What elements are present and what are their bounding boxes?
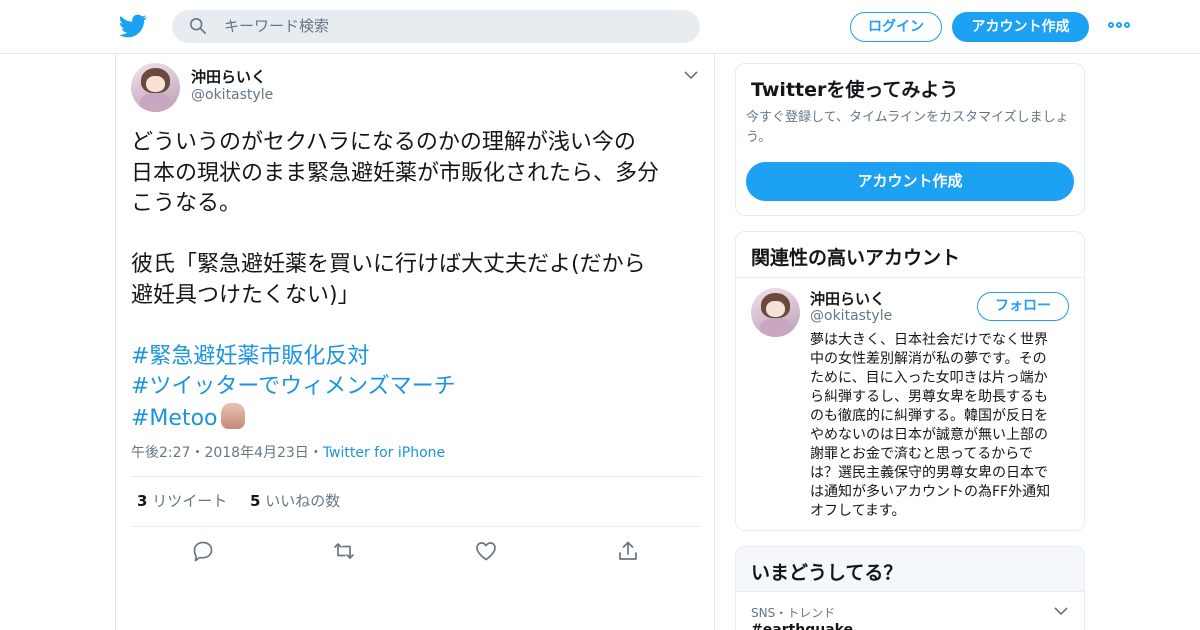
- description-line: 今すぐ登録して、タイムラインをカスタマイズしましょ: [746, 110, 1069, 125]
- twitter-bird-icon[interactable]: [119, 12, 147, 40]
- tweet-text-line: どういうのがセクハラになるのかの理解が浅い今の: [131, 130, 636, 155]
- tweet-text: どういうのがセクハラになるのかの理解が浅い今の 日本の現状のまま緊急避妊薬が市販…: [131, 128, 701, 434]
- trend-name[interactable]: #earthquake: [751, 622, 853, 630]
- chevron-down-icon[interactable]: [684, 70, 698, 80]
- avatar[interactable]: [131, 63, 180, 112]
- tweet-source-link[interactable]: Twitter for iPhone: [323, 445, 445, 461]
- tweet-text-line: 彼氏「緊急避妊薬を買いに行けば大丈夫だよ(だから: [131, 252, 646, 277]
- related-accounts-card: 関連性の高いアカウント 沖田らいく @okitastyle フォロー 夢は大きく…: [735, 231, 1085, 531]
- bio-line: は？選民主義保守的男尊女卑の日本で: [810, 465, 1048, 481]
- more-dots-icon[interactable]: [1108, 22, 1130, 30]
- bio-line: ら糾弾するし、男尊女卑を助長するも: [810, 389, 1048, 405]
- retweet-label[interactable]: リツイート: [152, 492, 227, 510]
- tweet-text-line: 日本の現状のまま緊急避妊薬が市販化されたら、多分: [131, 160, 660, 186]
- login-button[interactable]: ログイン: [850, 12, 942, 42]
- author-handle[interactable]: @okitastyle: [191, 87, 273, 103]
- related-account-name[interactable]: 沖田らいく: [810, 288, 885, 309]
- top-navigation-bar: キーワード検索 ログイン アカウント作成: [0, 0, 1200, 54]
- trends-card: いまどうしてる？ SNS・トレンド #earthquake: [735, 546, 1085, 630]
- tweet-text-line: こうなる。: [131, 191, 242, 216]
- chevron-down-icon[interactable]: [1054, 606, 1068, 616]
- bio-line: オフしてます。: [810, 503, 906, 519]
- bio-line: ために、目に入った女叩きは片っ端か: [810, 370, 1048, 386]
- bio-line: のも徹底的に糾弾する。韓国が反日を: [810, 408, 1048, 424]
- bio-line: 中の女性差別解消が私の夢です。その: [810, 351, 1047, 367]
- trend-item[interactable]: SNS・トレンド #earthquake: [736, 591, 1084, 630]
- bio-line: 夢は大きく、日本社会だけでなく世界: [810, 332, 1048, 348]
- like-count[interactable]: 5: [250, 492, 260, 510]
- trend-meta: SNS・トレンド: [751, 606, 836, 620]
- bio-line: やめないのは日本が誠意が無い上部の: [810, 427, 1048, 443]
- description-line: う。: [746, 130, 772, 145]
- retweet-icon[interactable]: [332, 539, 356, 563]
- search-icon: [189, 17, 207, 35]
- signup-card: Twitterを使ってみよう 今すぐ登録して、タイムラインをカスタマイズしましょ…: [735, 63, 1085, 216]
- tweet-date[interactable]: 2018年4月23日: [204, 445, 308, 461]
- search-input[interactable]: キーワード検索: [224, 10, 329, 43]
- tweet-time[interactable]: 午後2:27: [131, 445, 190, 461]
- hashtag-link[interactable]: #Metoo: [131, 406, 218, 431]
- bio-line: 謝罪とお金で済むと思ってるからで: [810, 446, 1033, 462]
- like-label[interactable]: いいねの数: [265, 492, 340, 510]
- trends-title: いまどうしてる？: [751, 562, 903, 584]
- bio-line: は通知が多いアカウントの為FF外通知: [810, 484, 1051, 500]
- related-account-bio: 夢は大きく、日本社会だけでなく世界 中の女性差別解消が私の夢です。その ために、…: [810, 331, 1080, 521]
- tweet-detail: 沖田らいく @okitastyle どういうのがセクハラになるのかの理解が浅い今…: [115, 54, 715, 630]
- hashtag-link[interactable]: #緊急避妊薬市販化反対: [131, 344, 369, 369]
- related-account-handle[interactable]: @okitastyle: [810, 308, 892, 324]
- author-name[interactable]: 沖田らいく: [191, 66, 266, 87]
- retweet-count[interactable]: 3: [137, 492, 147, 510]
- share-icon[interactable]: [616, 539, 640, 563]
- tweet-metadata: 午後2:27・2018年4月23日・Twitter for iPhone: [131, 442, 445, 462]
- signup-button[interactable]: アカウント作成: [952, 12, 1089, 42]
- avatar[interactable]: [751, 288, 800, 337]
- tweet-stats: 3 リツイート 5 いいねの数: [131, 476, 701, 527]
- raised-hand-emoji: [220, 402, 245, 429]
- signup-card-button[interactable]: アカウント作成: [746, 162, 1074, 201]
- hashtag-link[interactable]: #ツイッターでウィメンズマーチ: [131, 374, 456, 399]
- signup-card-title: Twitterを使ってみよう: [751, 79, 959, 101]
- like-heart-icon[interactable]: [474, 539, 498, 563]
- search-box[interactable]: キーワード検索: [172, 10, 700, 43]
- reply-icon[interactable]: [191, 539, 215, 563]
- tweet-text-line: 避妊具つけたくない)」: [131, 282, 360, 308]
- related-accounts-title: 関連性の高いアカウント: [751, 247, 961, 269]
- meta-separator: ・: [190, 445, 205, 461]
- meta-separator: ・: [308, 445, 323, 461]
- signup-card-description: 今すぐ登録して、タイムラインをカスタマイズしましょ う。: [746, 108, 1076, 148]
- follow-button[interactable]: フォロー: [977, 292, 1069, 321]
